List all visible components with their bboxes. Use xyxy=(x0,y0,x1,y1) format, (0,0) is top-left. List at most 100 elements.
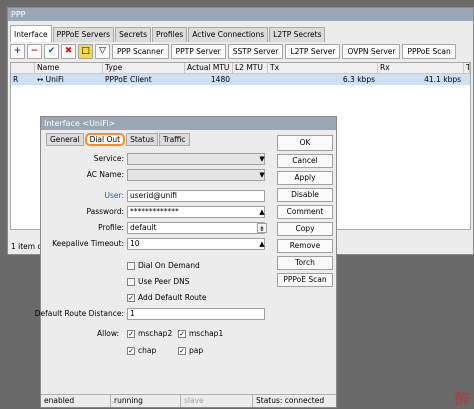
ok-button[interactable]: OK xyxy=(277,135,333,151)
status-enabled: enabled xyxy=(41,395,111,407)
row-rx: 41.1 kbps xyxy=(424,75,461,84)
service-row: Service: ▼ xyxy=(41,153,297,165)
profile-select[interactable]: default xyxy=(127,222,265,234)
password-row: Password: ************* ▲ xyxy=(41,206,297,218)
mschap2-label: mschap2 xyxy=(138,329,173,338)
remove-icon[interactable]: − xyxy=(27,43,42,59)
add-default-route-checkbox[interactable]: ✓ xyxy=(127,293,135,302)
tab-dial-out[interactable]: Dial Out xyxy=(84,133,126,146)
chap-checkbox[interactable]: ✓ xyxy=(127,346,135,355)
table-row[interactable]: R ↔ UniFi PPPoE Client 1480 6.3 kbps 41.… xyxy=(11,74,470,85)
mschap1-label: mschap1 xyxy=(189,329,224,338)
column-header-tx[interactable]: Tx xyxy=(268,63,378,73)
row-type: PPPoE Client xyxy=(105,75,152,84)
ovpn-server-button[interactable]: OVPN Server xyxy=(342,43,401,59)
row-actual-mtu: 1480 xyxy=(210,75,230,84)
mschap1-checkbox[interactable]: ✓ xyxy=(178,329,186,338)
pppoe-scan-dialog-button[interactable]: PPPoE Scan xyxy=(277,273,333,287)
chevron-up-icon[interactable]: ▲ xyxy=(257,207,267,217)
torch-button[interactable]: Torch xyxy=(277,256,333,270)
pptp-server-button[interactable]: PPTP Server xyxy=(170,43,226,59)
dial-on-demand-checkbox[interactable] xyxy=(127,261,135,270)
add-icon[interactable]: + xyxy=(10,43,25,59)
use-peer-dns-row: Use Peer DNS xyxy=(127,276,190,287)
cancel-button[interactable]: Cancel xyxy=(277,154,333,168)
chevron-down-icon[interactable]: ▼ xyxy=(257,170,267,180)
pppoe-scan-button[interactable]: PPPoE Scan xyxy=(402,43,456,59)
dropdown-icon[interactable]: ⇟ xyxy=(257,223,267,233)
row-l2-mtu xyxy=(233,74,268,85)
status-slave: slave xyxy=(181,395,253,407)
column-header-flag[interactable] xyxy=(11,63,35,73)
column-header-rx[interactable]: Rx xyxy=(378,63,464,73)
row-tx-packet xyxy=(464,74,470,85)
remove-button[interactable]: Remove xyxy=(277,239,333,253)
status-running: running xyxy=(111,395,181,407)
disable-icon[interactable]: ✖ xyxy=(61,43,76,59)
copy-button[interactable]: Copy xyxy=(277,222,333,236)
disable-button[interactable]: Disable xyxy=(277,188,333,202)
tab-interface[interactable]: Interface xyxy=(10,25,52,42)
chevron-down-icon[interactable]: ▼ xyxy=(257,154,267,164)
pap-checkbox[interactable]: ✓ xyxy=(178,346,186,355)
dialog-status-bar: enabled running slave Status: connected xyxy=(41,394,336,407)
table-header: Name Type Actual MTU L2 MTU Tx Rx Tx Pac… xyxy=(11,63,470,74)
interface-dialog: Interface <UniFi> General Dial Out Statu… xyxy=(35,116,337,408)
allow-pap: ✓ pap xyxy=(178,346,203,355)
filter-icon[interactable]: ▽ xyxy=(95,43,110,59)
enable-icon[interactable]: ✔ xyxy=(44,43,59,59)
use-peer-dns-label: Use Peer DNS xyxy=(138,277,190,286)
mschap2-checkbox[interactable]: ✓ xyxy=(127,329,135,338)
user-field[interactable]: userid@unifi xyxy=(127,190,265,202)
ppp-scanner-button[interactable]: PPP Scanner xyxy=(112,43,169,59)
tab-active-connections[interactable]: Active Connections xyxy=(188,27,269,42)
password-label: Password: xyxy=(86,207,124,216)
column-header-tx-packet[interactable]: Tx Packet (p xyxy=(464,63,470,73)
column-header-type[interactable]: Type xyxy=(103,63,185,73)
l2tp-server-button[interactable]: L2TP Server xyxy=(285,43,341,59)
sstp-server-button[interactable]: SSTP Server xyxy=(227,43,284,59)
keepalive-label: Keepalive Timeout: xyxy=(52,239,124,248)
dialog-title: Interface <UniFi> xyxy=(41,117,336,130)
tab-profiles[interactable]: Profiles xyxy=(151,27,188,42)
keepalive-row: Keepalive Timeout: 10 ▲ xyxy=(41,238,297,250)
comment-icon[interactable]: □ xyxy=(78,43,93,59)
column-header-l2-mtu[interactable]: L2 MTU xyxy=(233,63,268,73)
tab-secrets[interactable]: Secrets xyxy=(115,27,151,42)
distance-field[interactable]: 1 xyxy=(127,308,265,320)
tab-general[interactable]: General xyxy=(46,133,84,146)
profile-row: Profile: default ⇟ xyxy=(41,222,297,234)
row-tx: 6.3 kbps xyxy=(342,75,375,84)
password-field[interactable]: ************* xyxy=(127,206,265,218)
ac-name-row: AC Name: ▼ xyxy=(41,169,297,181)
column-header-name[interactable]: Name xyxy=(35,63,103,73)
use-peer-dns-checkbox[interactable] xyxy=(127,277,135,286)
tab-pppoe-servers[interactable]: PPPoE Servers xyxy=(52,27,115,42)
row-flag: R xyxy=(13,75,19,84)
comment-button[interactable]: Comment xyxy=(277,205,333,219)
service-field[interactable] xyxy=(127,153,265,165)
dialog-tabs: General Dial Out Status Traffic xyxy=(46,133,191,146)
distance-label: Default Route Distance: xyxy=(34,309,124,318)
dial-on-demand-label: Dial On Demand xyxy=(138,261,200,270)
add-default-route-label: Add Default Route xyxy=(138,293,207,302)
column-header-actual-mtu[interactable]: Actual MTU xyxy=(185,63,233,73)
apply-button[interactable]: Apply xyxy=(277,171,333,185)
user-row: User: userid@unifi xyxy=(41,190,297,202)
tab-traffic[interactable]: Traffic xyxy=(159,133,190,146)
dial-on-demand-row: Dial On Demand xyxy=(127,260,200,271)
chevron-up-icon[interactable]: ▲ xyxy=(257,239,267,249)
allow-chap: ✓ chap xyxy=(127,346,156,355)
service-label: Service: xyxy=(93,154,124,163)
ppp-window-title: PPP xyxy=(8,8,473,21)
add-default-route-row: ✓ Add Default Route xyxy=(127,292,206,303)
allow-label: Allow: xyxy=(97,329,120,338)
ac-name-field[interactable] xyxy=(127,169,265,181)
tab-l2tp-secrets[interactable]: L2TP Secrets xyxy=(269,27,326,42)
allow-mschap2: ✓ mschap2 xyxy=(127,329,172,338)
pap-label: pap xyxy=(189,346,204,355)
profile-label: Profile: xyxy=(98,223,124,232)
keepalive-field[interactable]: 10 xyxy=(127,238,265,250)
user-label: User: xyxy=(104,191,125,200)
tab-status[interactable]: Status xyxy=(126,133,158,146)
